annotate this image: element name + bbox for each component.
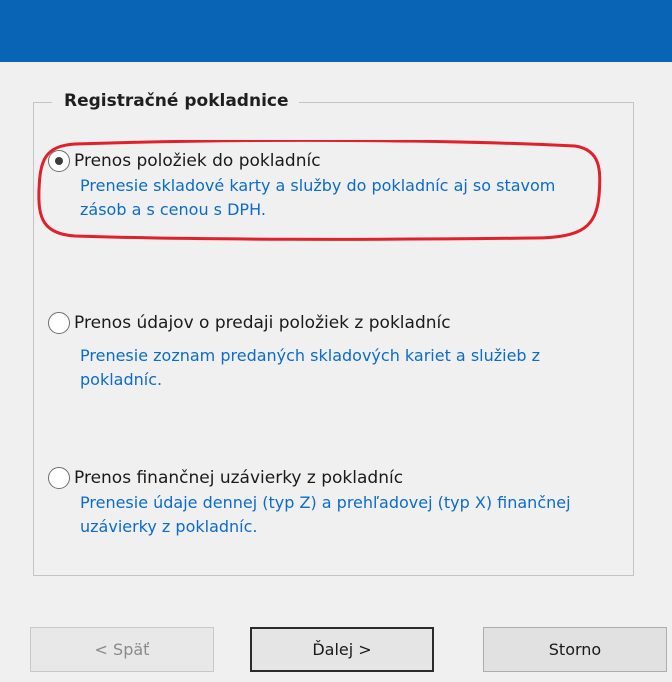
option-description: Prenesie skladové karty a služby do pokl… bbox=[80, 176, 556, 219]
cancel-button[interactable]: Storno bbox=[483, 627, 667, 672]
radio-transfer-closing[interactable] bbox=[48, 467, 70, 489]
option-label[interactable]: Prenos položiek do pokladníc bbox=[74, 151, 321, 171]
next-button[interactable]: Ďalej > bbox=[250, 627, 434, 672]
option-description: Prenesie údaje dennej (typ Z) a prehľado… bbox=[80, 493, 571, 536]
radio-transfer-items[interactable] bbox=[48, 150, 70, 172]
radio-transfer-sales[interactable] bbox=[48, 312, 70, 334]
option-description: Prenesie zoznam predaných skladových kar… bbox=[80, 346, 541, 389]
window-title-bar[interactable] bbox=[0, 0, 672, 62]
option-transfer-items[interactable]: Prenos položiek do pokladníc Prenesie sk… bbox=[48, 148, 600, 222]
option-label[interactable]: Prenos údajov o predaji položiek z pokla… bbox=[74, 313, 451, 333]
back-button[interactable]: < Späť bbox=[30, 627, 214, 672]
option-transfer-sales[interactable]: Prenos údajov o predaji položiek z pokla… bbox=[48, 310, 600, 392]
group-title: Registračné pokladnice bbox=[52, 89, 299, 113]
option-label[interactable]: Prenos finančnej uzávierky z pokladníc bbox=[74, 468, 403, 488]
option-transfer-closing[interactable]: Prenos finančnej uzávierky z pokladníc P… bbox=[48, 465, 600, 539]
